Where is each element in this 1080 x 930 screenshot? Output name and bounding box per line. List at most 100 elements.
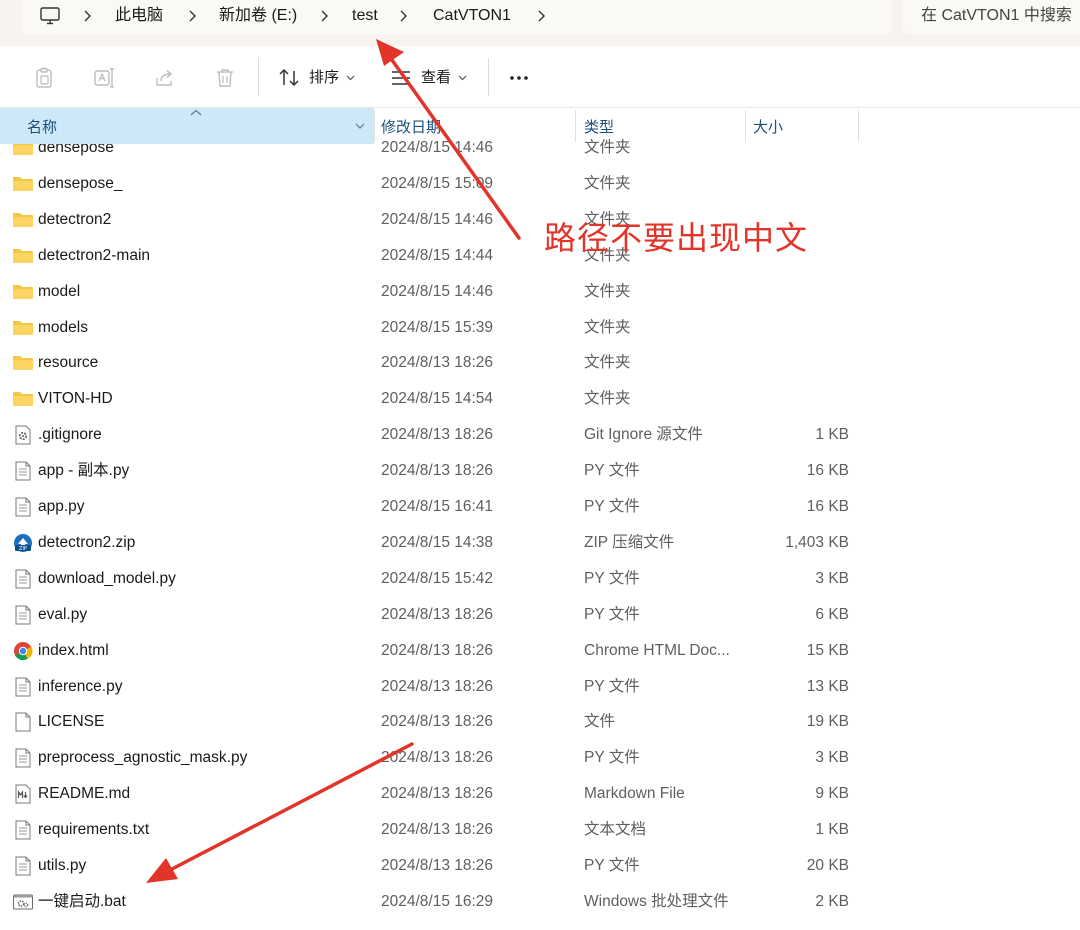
file-name[interactable]: utils.py — [38, 856, 86, 876]
file-name[interactable]: 一键启动.bat — [38, 892, 126, 912]
file-row[interactable]: download_model.py 2024/8/15 15:42 PY 文件 … — [0, 561, 1080, 597]
file-row[interactable]: ZIP detectron2.zip 2024/8/15 14:38 ZIP 压… — [0, 525, 1080, 561]
file-modified: 2024/8/13 18:26 — [381, 785, 494, 803]
file-row[interactable]: resource 2024/8/13 18:26 文件夹 — [0, 345, 1080, 381]
file-row[interactable]: utils.py 2024/8/13 18:26 PY 文件 20 KB — [0, 848, 1080, 884]
search-input[interactable]: 在 CatVTON1 中搜索 — [903, 0, 1080, 34]
file-row[interactable]: model 2024/8/15 14:46 文件夹 — [0, 274, 1080, 310]
file-name[interactable]: detectron2 — [38, 210, 111, 230]
view-button[interactable]: 查看 — [421, 68, 451, 88]
file-name[interactable]: index.html — [38, 641, 109, 661]
file-name[interactable]: models — [38, 318, 88, 338]
file-modified: 2024/8/15 16:29 — [381, 892, 494, 910]
batch-file-icon — [13, 894, 33, 910]
file-modified: 2024/8/13 18:26 — [381, 821, 494, 839]
rename-icon[interactable] — [92, 66, 116, 90]
file-name[interactable]: preprocess_agnostic_mask.py — [38, 748, 247, 768]
file-name[interactable]: resource — [38, 353, 98, 373]
file-type: 文件夹 — [584, 174, 631, 192]
chevron-right-icon[interactable] — [319, 5, 331, 27]
file-type: PY 文件 — [584, 857, 640, 874]
markdown-file-icon — [15, 784, 31, 804]
file-row[interactable]: app - 副本.py 2024/8/13 18:26 PY 文件 16 KB — [0, 453, 1080, 489]
file-name[interactable]: .gitignore — [38, 425, 102, 445]
breadcrumb-test[interactable]: test — [352, 5, 378, 27]
column-divider[interactable] — [374, 110, 375, 142]
file-size: 3 KB — [815, 749, 849, 767]
file-type: Markdown File — [584, 785, 685, 803]
chevron-down-icon[interactable] — [458, 73, 467, 82]
file-modified: 2024/8/15 15:39 — [381, 318, 494, 336]
breadcrumb-this-pc[interactable]: 此电脑 — [115, 5, 163, 27]
file-row[interactable]: README.md 2024/8/13 18:26 Markdown File … — [0, 776, 1080, 812]
sort-button[interactable]: 排序 — [309, 68, 339, 88]
file-name[interactable]: VITON-HD — [38, 389, 113, 409]
file-name[interactable]: README.md — [38, 784, 130, 804]
column-header-name[interactable]: 名称 — [0, 108, 374, 144]
file-row[interactable]: VITON-HD 2024/8/15 14:54 文件夹 — [0, 381, 1080, 417]
file-row[interactable]: inference.py 2024/8/13 18:26 PY 文件 13 KB — [0, 669, 1080, 705]
file-name[interactable]: download_model.py — [38, 569, 176, 589]
file-row[interactable]: detectron2 2024/8/15 14:46 文件夹 — [0, 202, 1080, 238]
file-row[interactable]: app.py 2024/8/15 16:41 PY 文件 16 KB — [0, 489, 1080, 525]
address-bar[interactable]: 此电脑 新加卷 (E:) test CatVTON1 — [22, 0, 892, 34]
column-header-size[interactable]: 大小 — [753, 118, 783, 138]
file-row[interactable]: densepose_ 2024/8/15 15:09 文件夹 — [0, 166, 1080, 202]
file-row[interactable]: LICENSE 2024/8/13 18:26 文件 19 KB — [0, 704, 1080, 740]
chevron-down-icon[interactable] — [346, 73, 355, 82]
file-name[interactable]: detectron2.zip — [38, 533, 135, 553]
file-name[interactable]: LICENSE — [38, 712, 104, 732]
file-name[interactable]: app - 副本.py — [38, 461, 129, 481]
file-size: 6 KB — [815, 605, 849, 623]
file-name[interactable]: densepose_ — [38, 174, 122, 194]
view-list-icon[interactable] — [389, 66, 413, 90]
file-row[interactable]: detectron2-main 2024/8/15 14:44 文件夹 — [0, 238, 1080, 274]
text-file-icon — [15, 461, 31, 481]
column-header-row: 名称 修改日期 类型 大小 — [0, 108, 1080, 144]
file-row[interactable]: .gitignore 2024/8/13 18:26 Git Ignore 源文… — [0, 417, 1080, 453]
file-row[interactable]: 一键启动.bat 2024/8/15 16:29 Windows 批处理文件 2… — [0, 884, 1080, 920]
column-divider[interactable] — [575, 110, 576, 142]
delete-icon[interactable] — [213, 66, 237, 90]
chrome-icon — [14, 641, 33, 660]
file-name[interactable]: eval.py — [38, 605, 87, 625]
column-divider[interactable] — [745, 110, 746, 142]
text-file-icon — [15, 677, 31, 696]
chevron-right-icon[interactable] — [82, 5, 94, 27]
file-name[interactable]: model — [38, 282, 80, 302]
file-modified: 2024/8/13 18:26 — [381, 713, 494, 731]
file-name[interactable]: inference.py — [38, 677, 122, 697]
sort-arrows-icon[interactable] — [277, 66, 301, 90]
more-options-icon[interactable] — [507, 66, 531, 90]
file-row[interactable]: preprocess_agnostic_mask.py 2024/8/13 18… — [0, 740, 1080, 776]
file-row[interactable]: index.html 2024/8/13 18:26 Chrome HTML D… — [0, 633, 1080, 669]
chevron-right-icon[interactable] — [536, 5, 548, 27]
column-header-type[interactable]: 类型 — [584, 118, 614, 138]
column-divider[interactable] — [858, 110, 859, 142]
file-type: PY 文件 — [584, 569, 640, 587]
annotation-text: 路径不要出现中文 — [544, 219, 809, 257]
blank-file-icon — [15, 712, 31, 732]
chevron-right-icon[interactable] — [398, 5, 410, 27]
file-name[interactable]: detectron2-main — [38, 246, 150, 266]
chevron-right-icon[interactable] — [187, 5, 199, 27]
file-row[interactable]: requirements.txt 2024/8/13 18:26 文本文档 1 … — [0, 812, 1080, 848]
file-modified: 2024/8/13 18:26 — [381, 605, 494, 623]
search-placeholder: 在 CatVTON1 中搜索 — [921, 7, 1072, 24]
file-modified: 2024/8/15 14:46 — [381, 210, 494, 228]
file-row[interactable]: models 2024/8/15 15:39 文件夹 — [0, 310, 1080, 346]
column-header-modified[interactable]: 修改日期 — [381, 118, 441, 138]
file-list: densepose 2024/8/15 14:46 文件夹 densepose_… — [0, 130, 1080, 930]
paste-icon[interactable] — [32, 66, 56, 90]
file-row[interactable]: eval.py 2024/8/13 18:26 PY 文件 6 KB — [0, 597, 1080, 633]
this-pc-monitor-icon[interactable] — [39, 6, 61, 26]
breadcrumb-catvton1[interactable]: CatVTON1 — [433, 5, 511, 27]
file-modified: 2024/8/15 14:38 — [381, 533, 494, 551]
breadcrumb-drive-e[interactable]: 新加卷 (E:) — [219, 5, 297, 27]
file-size: 15 KB — [806, 641, 849, 659]
share-icon[interactable] — [153, 66, 177, 90]
file-name[interactable]: requirements.txt — [38, 820, 149, 840]
chevron-down-icon[interactable] — [355, 122, 365, 130]
file-name[interactable]: app.py — [38, 497, 85, 517]
file-modified: 2024/8/13 18:26 — [381, 354, 494, 372]
